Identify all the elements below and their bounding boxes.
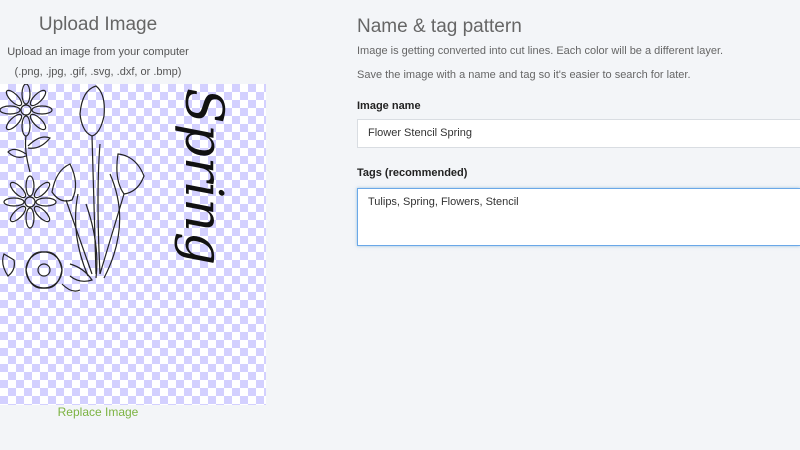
flower-stencil-image: Spring xyxy=(0,84,233,292)
bottom-flower-icon xyxy=(2,251,93,292)
tags-label: Tags (recommended) xyxy=(357,167,468,179)
daisy-middle-icon xyxy=(3,175,57,229)
description-line-1: Image is getting converted into cut line… xyxy=(357,45,724,57)
image-preview: Spring xyxy=(0,84,266,405)
upload-subtitle: Upload an image from your computer xyxy=(7,46,189,58)
section-title: Name & tag pattern xyxy=(357,16,522,37)
name-tag-panel: Name & tag pattern Image is getting conv… xyxy=(357,0,800,450)
replace-image-link[interactable]: Replace Image xyxy=(0,405,196,419)
spring-script-text: Spring xyxy=(173,88,233,265)
image-name-input[interactable]: Flower Stencil Spring xyxy=(357,119,800,148)
tags-textarea[interactable]: Tulips, Spring, Flowers, Stencil xyxy=(357,188,800,246)
description-line-2: Save the image with a name and tag so it… xyxy=(357,69,691,81)
image-name-label: Image name xyxy=(357,100,421,112)
upload-panel: Upload Image Upload an image from your c… xyxy=(0,0,266,450)
upload-formats: (.png, .jpg, .gif, .svg, .dxf, or .bmp) xyxy=(14,66,182,78)
tulip-bouquet-icon xyxy=(51,85,145,279)
upload-title: Upload Image xyxy=(38,14,158,35)
daisy-top-icon xyxy=(0,84,53,173)
